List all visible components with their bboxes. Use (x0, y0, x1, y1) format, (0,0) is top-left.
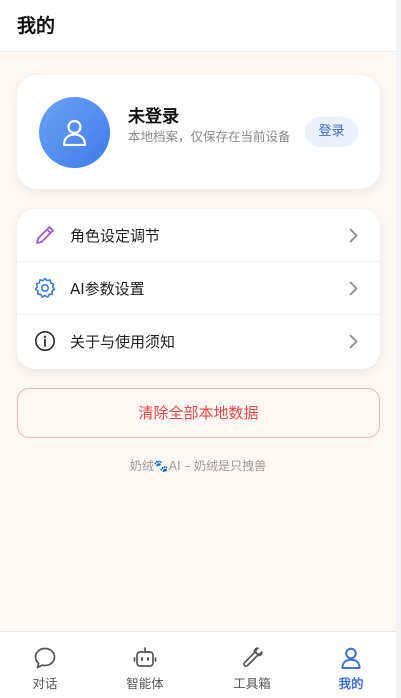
tab-label: 工具箱 (233, 676, 271, 691)
tab-label: 对话 (32, 676, 58, 691)
info-icon (35, 331, 55, 351)
tab-label: 智能体 (126, 676, 164, 691)
top-header: 我的 (0, 0, 401, 52)
user-icon (62, 119, 87, 146)
profile-description: 本地档案，仅保存在当前设备 (128, 129, 291, 144)
bottom-tab-bar: 对话 智能体 工具箱 我的 (0, 631, 401, 698)
tab-chat[interactable]: 对话 (0, 632, 95, 698)
menu-item-label: 关于与使用须知 (70, 333, 176, 351)
chat-bubble-icon (34, 647, 56, 669)
page-title: 我的 (17, 15, 56, 37)
tab-label: 我的 (338, 676, 364, 691)
tab-profile[interactable]: 我的 (301, 632, 401, 698)
gear-icon (34, 277, 56, 298)
menu-item-label: 角色设定调节 (70, 227, 161, 245)
chevron-right-icon (349, 334, 358, 349)
settings-menu: 角色设定调节 AI参数设置 关于与使用须知 (17, 209, 380, 369)
tab-toolbox[interactable]: 工具箱 (202, 632, 302, 698)
menu-item-about[interactable]: 关于与使用须知 (17, 315, 380, 368)
tab-agents[interactable]: 智能体 (95, 632, 195, 698)
paw-icon: 🐾 (153, 459, 169, 473)
clear-local-data-button[interactable]: 清除全部本地数据 (17, 388, 380, 438)
chevron-right-icon (349, 281, 358, 296)
footer-suffix: AI – 奶绒是只拽兽 (168, 459, 267, 473)
robot-icon (133, 647, 157, 667)
chevron-right-icon (349, 228, 358, 243)
scrollbar[interactable] (396, 0, 401, 698)
menu-item-ai-params[interactable]: AI参数设置 (17, 262, 380, 315)
menu-item-role-settings[interactable]: 角色设定调节 (17, 209, 380, 262)
main-content: 未登录 本地档案，仅保存在当前设备 登录 角色设定调节 AI参数设置 关于与使用… (0, 53, 401, 631)
login-button[interactable]: 登录 (305, 117, 358, 147)
profile-name: 未登录 (128, 107, 179, 127)
avatar (39, 97, 110, 168)
profile-card: 未登录 本地档案，仅保存在当前设备 登录 (17, 75, 380, 189)
wrench-icon (243, 647, 263, 668)
user-icon (341, 647, 361, 669)
footer-note: 奶绒🐾AI – 奶绒是只拽兽 (0, 457, 396, 474)
footer-prefix: 奶绒 (129, 459, 154, 473)
pencil-icon (36, 226, 54, 244)
menu-item-label: AI参数设置 (70, 280, 145, 298)
